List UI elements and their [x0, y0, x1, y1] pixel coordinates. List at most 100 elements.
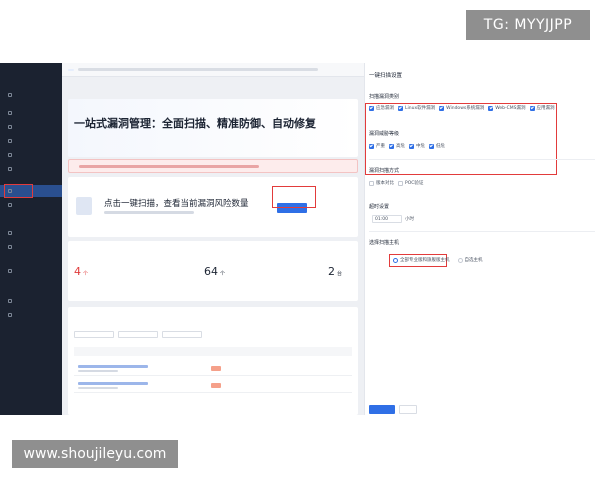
menu-icon	[8, 139, 12, 143]
menu-icon	[8, 167, 12, 171]
checkbox-icon	[439, 105, 445, 111]
sidebar-item[interactable]	[0, 295, 62, 307]
drawer-title: 一键扫描设置	[369, 73, 403, 79]
divider	[369, 159, 595, 160]
card-value: 4	[74, 265, 81, 278]
checkbox-low[interactable]: 低危	[429, 143, 445, 149]
checkbox-medium[interactable]: 中危	[409, 143, 425, 149]
sidebar-item-vulnerability-management[interactable]	[0, 185, 62, 197]
menu-icon	[8, 313, 12, 317]
checkbox-web-cms[interactable]: Web-CMS漏洞	[488, 105, 526, 111]
filter-select[interactable]	[74, 331, 114, 338]
list-tabs	[74, 313, 88, 315]
one-click-scan-card: 点击一键扫描，查看当前漏洞风险数量	[68, 177, 358, 237]
radio-all-hosts[interactable]: 全部专业版和旗舰版主机	[393, 257, 450, 263]
card-value: 2	[328, 265, 335, 278]
list-filters	[74, 331, 202, 338]
hosts-label: 选择扫描主机	[369, 240, 400, 246]
checkbox-windows[interactable]: Windows系统漏洞	[439, 105, 484, 111]
menu-icon	[8, 269, 12, 273]
sidebar-item[interactable]	[0, 89, 62, 101]
notice-bar	[62, 63, 364, 77]
sidebar-item[interactable]	[0, 241, 62, 253]
sidebar-item[interactable]	[0, 135, 62, 147]
notice-text	[78, 68, 318, 71]
severity-badge	[211, 383, 221, 388]
sidebar-item[interactable]	[0, 121, 62, 133]
card-unit: 台	[337, 271, 343, 277]
table-row[interactable]	[74, 379, 352, 393]
menu-icon	[8, 111, 12, 115]
checkbox-critical[interactable]: 严重	[369, 143, 385, 149]
timeout-label: 超时设置	[369, 204, 390, 210]
sidebar	[0, 63, 62, 415]
radio-icon	[393, 257, 398, 263]
checkbox-icon	[369, 105, 374, 111]
watermark-bottom: www.shoujileyu.com	[12, 440, 178, 468]
vulnerability-list	[68, 307, 358, 415]
checkbox-application[interactable]: 应用漏洞	[529, 105, 555, 111]
menu-icon	[8, 189, 12, 193]
card-value: 64	[204, 265, 218, 278]
one-click-scan-button[interactable]	[277, 203, 307, 213]
timeout-row: 01:00 小时	[369, 215, 418, 223]
cancel-button[interactable]	[399, 405, 417, 414]
overview-card-all[interactable]: 64 个	[204, 255, 284, 297]
checkbox-icon	[529, 105, 535, 111]
checkbox-icon	[488, 105, 494, 111]
timeout-input[interactable]: 01:00	[372, 215, 402, 223]
checkbox-linux[interactable]: Linux软件漏洞	[398, 105, 435, 111]
menu-icon	[8, 299, 12, 303]
sidebar-item[interactable]	[0, 163, 62, 175]
checkbox-icon	[429, 143, 434, 149]
main-content: 一站式漏洞管理：全面扫描、精准防御、自动修复 点击一键扫描，查看当前漏洞风险数量	[62, 77, 364, 415]
watermark-top: TG: MYYJJPP	[466, 10, 590, 40]
sidebar-item[interactable]	[0, 199, 62, 211]
checkbox-poc[interactable]: POC验证	[398, 180, 423, 186]
filter-select[interactable]	[162, 331, 202, 338]
severity-label: 漏洞威胁等级	[369, 131, 400, 137]
hero-banner: 一站式漏洞管理：全面扫描、精准防御、自动修复	[68, 99, 358, 157]
menu-icon	[8, 93, 12, 97]
severity-options: 严重 高危 中危 低危	[369, 143, 449, 149]
checkbox-icon	[398, 180, 403, 186]
checkbox-high[interactable]: 高危	[389, 143, 405, 149]
sidebar-item[interactable]	[0, 227, 62, 239]
page-title: 一站式漏洞管理：全面扫描、精准防御、自动修复	[74, 117, 316, 130]
checkbox-emergency[interactable]: 应急漏洞	[369, 105, 394, 111]
divider	[369, 231, 595, 232]
start-scan-button[interactable]	[369, 405, 395, 414]
scan-types-options: 应急漏洞 Linux软件漏洞 Windows系统漏洞 Web-CMS漏洞 应用漏…	[369, 105, 559, 111]
menu-icon	[8, 245, 12, 249]
scan-prompt: 点击一键扫描，查看当前漏洞风险数量	[104, 199, 249, 209]
highlight-box	[365, 103, 557, 175]
sidebar-item[interactable]	[0, 265, 62, 277]
menu-icon	[8, 125, 12, 129]
checkbox-icon	[409, 143, 414, 149]
filter-select[interactable]	[118, 331, 158, 338]
radio-custom-hosts[interactable]: 自选主机	[457, 257, 483, 263]
timeout-unit: 小时	[405, 217, 414, 222]
checkbox-icon	[389, 143, 394, 149]
notice-tag	[68, 68, 74, 71]
menu-icon	[8, 203, 12, 207]
overview-card-urgent[interactable]: 4个	[74, 255, 154, 297]
checkbox-icon	[369, 180, 374, 186]
scan-method-options: 版本对比 POC验证	[369, 180, 427, 186]
alert-text	[79, 165, 259, 168]
hosts-options: 全部专业版和旗舰版主机 自选主机	[393, 257, 491, 263]
alert-banner	[68, 159, 358, 173]
table-row[interactable]	[74, 362, 352, 376]
sidebar-item[interactable]	[0, 309, 62, 321]
menu-icon	[8, 153, 12, 157]
checkbox-version-compare[interactable]: 版本对比	[369, 180, 394, 186]
sidebar-item[interactable]	[0, 107, 62, 119]
screenshot-frame: 一站式漏洞管理：全面扫描、精准防御、自动修复 点击一键扫描，查看当前漏洞风险数量	[0, 0, 600, 480]
sidebar-item[interactable]	[0, 149, 62, 161]
scan-method-label: 漏洞扫描方式	[369, 168, 400, 174]
card-unit: 个	[83, 271, 89, 277]
card-title	[74, 255, 154, 261]
checkbox-icon	[398, 105, 403, 111]
radio-icon	[457, 257, 463, 263]
scan-types-label: 扫描漏洞类别	[369, 94, 400, 100]
